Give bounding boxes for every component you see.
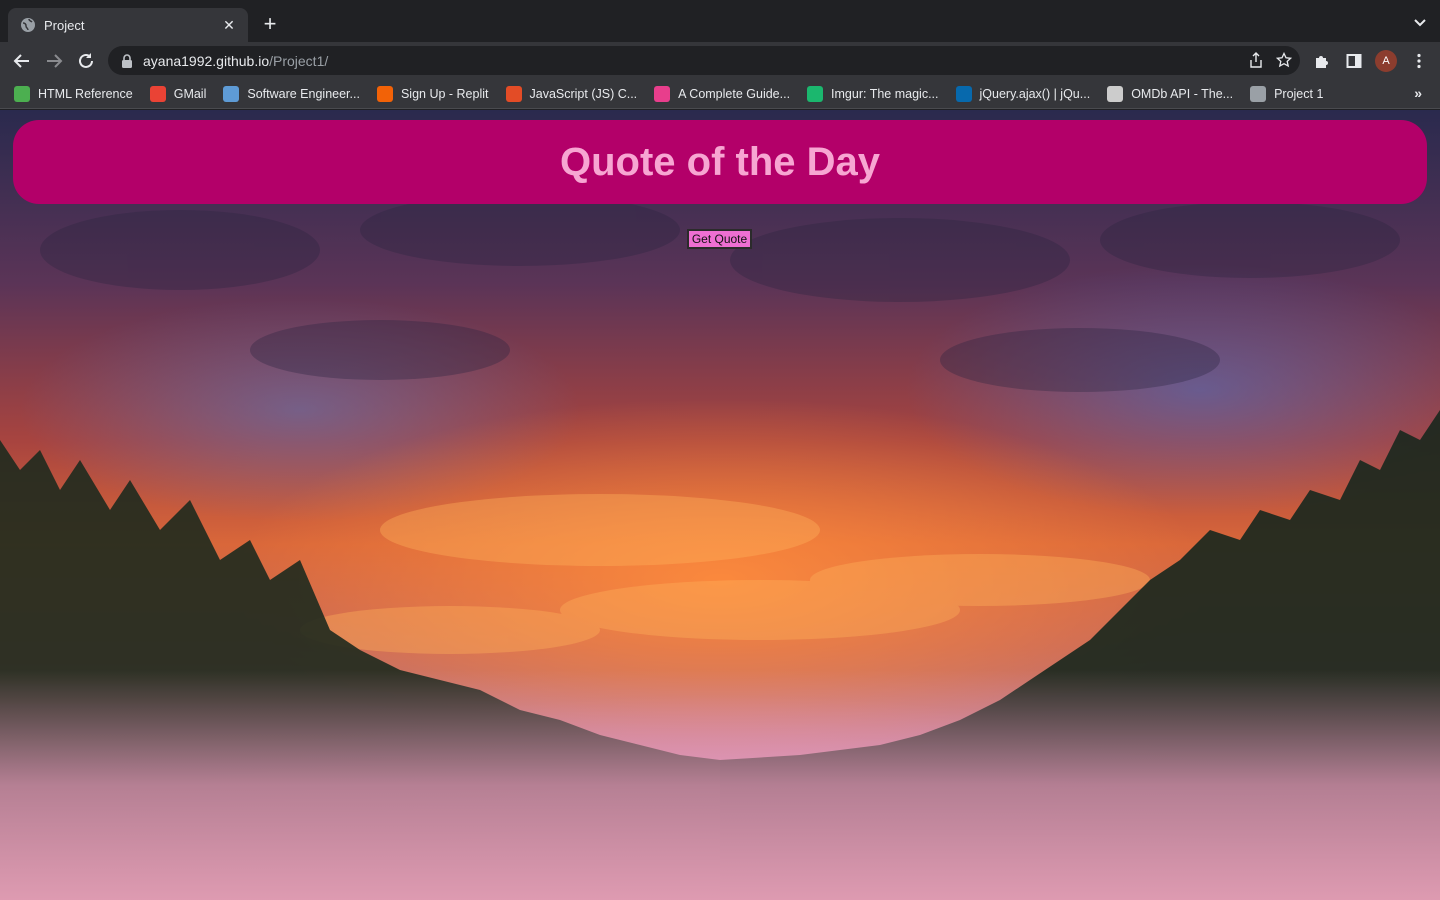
get-quote-button[interactable]: Get Quote <box>687 229 752 249</box>
bookmark-label: Project 1 <box>1274 86 1324 101</box>
page-viewport: Quote of the Day Get Quote <box>0 110 1440 900</box>
tab-title: Project <box>44 17 85 33</box>
csstricks-icon <box>654 85 671 102</box>
jquery-icon <box>955 85 972 102</box>
address-bar[interactable]: ayana1992.github.io/Project1/ <box>108 46 1300 75</box>
w3-icon <box>14 85 30 102</box>
bookmark-star-icon[interactable] <box>1276 52 1292 68</box>
bookmark-label: GMail <box>173 86 207 101</box>
new-tab-button[interactable]: + <box>258 13 282 37</box>
bookmark-item[interactable]: Software Engineer... <box>223 82 360 106</box>
bookmark-label: jQuery.ajax() | jQu... <box>979 86 1091 101</box>
forward-arrow-icon[interactable] <box>41 48 67 74</box>
kebab-menu-icon[interactable] <box>1407 49 1431 73</box>
bookmark-item[interactable]: Imgur: The magic... <box>807 82 939 106</box>
side-panel-icon[interactable] <box>1342 49 1366 73</box>
bookmark-item[interactable]: A Complete Guide... <box>654 82 790 106</box>
bookmark-item[interactable]: jQuery.ajax() | jQu... <box>955 82 1091 106</box>
replit-icon <box>376 85 393 102</box>
bookmark-item[interactable]: OMDb API - The... <box>1107 82 1233 106</box>
omdb-icon <box>1107 85 1124 102</box>
profile-avatar[interactable]: A <box>1375 50 1397 72</box>
more-bookmarks-icon[interactable]: » <box>1414 85 1422 101</box>
close-icon[interactable]: ✕ <box>220 16 238 34</box>
gmail-icon <box>149 85 166 102</box>
bookmark-item[interactable]: JavaScript (JS) C... <box>505 82 638 106</box>
bookmark-item[interactable]: HTML Reference <box>14 82 133 106</box>
browser-tab[interactable]: Project ✕ <box>8 8 248 42</box>
page-header-banner: Quote of the Day <box>13 120 1427 204</box>
back-arrow-icon[interactable] <box>9 48 35 74</box>
globe-icon <box>20 17 36 33</box>
url-path: /Project1/ <box>269 52 329 69</box>
browser-toolbar: ayana1992.github.io/Project1/ A <box>0 42 1440 79</box>
share-icon[interactable] <box>1248 52 1264 68</box>
page-title: Quote of the Day <box>559 139 881 184</box>
bookmark-label: Software Engineer... <box>247 86 360 101</box>
bookmark-label: A Complete Guide... <box>678 86 791 101</box>
bookmark-item[interactable]: Sign Up - Replit <box>376 82 489 106</box>
reload-icon[interactable] <box>73 48 99 74</box>
bookmark-label: JavaScript (JS) C... <box>529 86 638 101</box>
bookmark-label: Imgur: The magic... <box>831 86 939 101</box>
tab-strip: Project ✕ + <box>0 0 1440 42</box>
globe-icon <box>1250 85 1267 102</box>
bookmark-label: HTML Reference <box>38 86 133 101</box>
chevron-down-icon[interactable] <box>1412 14 1428 30</box>
bookmarks-bar: HTML Reference GMail Software Engineer... S… <box>0 79 1440 109</box>
trello-icon <box>223 85 240 102</box>
lock-icon[interactable] <box>120 53 134 68</box>
bookmark-item[interactable]: GMail <box>149 82 207 106</box>
bookmark-item[interactable]: Project 1 <box>1250 82 1323 106</box>
bookmark-label: Sign Up - Replit <box>400 86 489 101</box>
url-host: ayana1992.github.io <box>143 52 270 69</box>
bookmark-label: OMDb API - The... <box>1131 86 1234 101</box>
extensions-puzzle-icon[interactable] <box>1310 49 1334 73</box>
imgur-icon <box>807 85 824 102</box>
codecademy-icon <box>505 85 522 102</box>
